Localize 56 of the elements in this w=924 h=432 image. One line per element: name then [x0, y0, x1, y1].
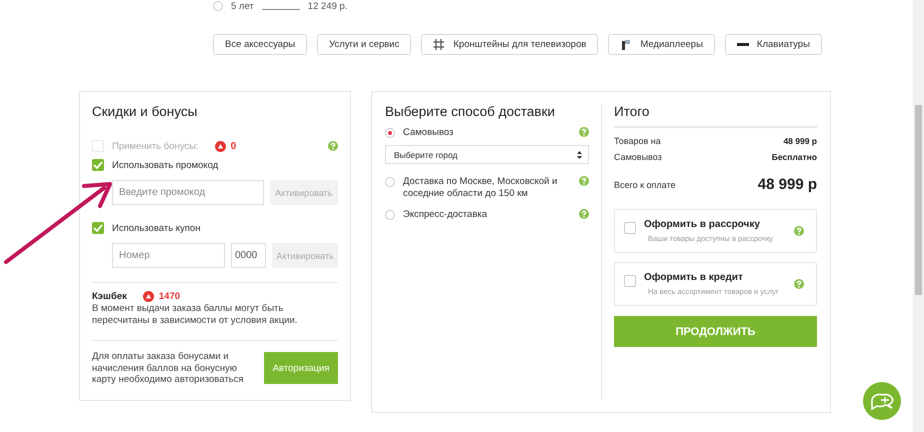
offer-title: Оформить в кредит [644, 272, 744, 283]
radio-button[interactable] [213, 1, 223, 11]
radio-label: Самовывоз [403, 127, 454, 139]
total-label: Всего к оплате [614, 180, 676, 190]
checkbox-label: Применить бонусы: [112, 140, 199, 152]
chat-button[interactable] [863, 382, 901, 420]
help-icon [579, 127, 589, 137]
help-icon [328, 141, 338, 151]
help-icon [794, 226, 804, 236]
summary-label: Самовывоз [614, 152, 662, 162]
radio-button[interactable] [385, 210, 395, 220]
coupon-number-field[interactable]: Номер [112, 243, 225, 268]
option-label: 5 лет [231, 0, 254, 12]
help-icon [579, 176, 589, 186]
checkbox[interactable] [92, 222, 104, 234]
panel-title: Итого [614, 104, 650, 119]
media-player-icon [620, 38, 632, 51]
category-button[interactable]: Клавиатуры [724, 34, 822, 55]
bonus-coin-icon [214, 140, 226, 152]
checkbox[interactable] [92, 159, 104, 171]
offer-title: Оформить в рассрочку [644, 219, 761, 230]
category-button[interactable]: Медиаплееры [608, 34, 715, 55]
help-icon [579, 209, 589, 219]
city-select[interactable]: Выберите город [385, 145, 589, 164]
checkbox-label: Использовать промокод [112, 160, 218, 170]
category-button[interactable]: Кронштейны для телевизоров [421, 34, 598, 55]
leader-line [262, 9, 300, 10]
panel-title: Скидки и бонусы [92, 104, 198, 119]
sort-arrows-icon [576, 150, 583, 160]
category-button[interactable]: Услуги и сервис [317, 34, 412, 55]
cashback-note: В момент выдачи заказа баллы могут быть пересчитаны в зависимости от условия акции. [92, 303, 298, 327]
cashback-label: Кэшбек [92, 291, 127, 302]
option-price: 12 249 р. [308, 0, 348, 12]
auth-hint: Для оплаты заказа бонусами и начисления баллов на бонусную карту необходимо авторизоваться [92, 351, 245, 386]
bracket-icon [433, 38, 446, 51]
promo-code-field[interactable]: Введите промокод [112, 180, 264, 205]
category-button[interactable]: Все аксессуары [213, 34, 308, 55]
checkbox[interactable] [624, 222, 636, 234]
summary-value: 48 999 р [783, 136, 817, 146]
scrollbar-thumb[interactable] [915, 105, 922, 295]
help-icon [794, 279, 804, 289]
radio-label: Доставка по Москве, Московской и соседние области до 150 км [403, 176, 558, 200]
summary-value: Бесплатно [772, 152, 817, 162]
checkbox-label: Использовать купон [112, 222, 200, 234]
coupon-code-field[interactable]: 0000 [231, 243, 266, 268]
radio-label: Экспресс-доставка [403, 209, 488, 221]
radio-button[interactable] [385, 177, 395, 187]
radio-button[interactable] [385, 128, 395, 138]
panel-title: Выберите способ доставки [385, 104, 556, 119]
bonus-coin-icon [142, 291, 154, 302]
bonus-value: 0 [230, 140, 236, 152]
summary-label: Товаров на [614, 136, 661, 146]
scrollbar[interactable] [913, 0, 924, 432]
cashback-value: 1470 [158, 291, 180, 302]
checkbox[interactable] [624, 275, 636, 287]
total-price: 48 999 р [758, 176, 817, 193]
